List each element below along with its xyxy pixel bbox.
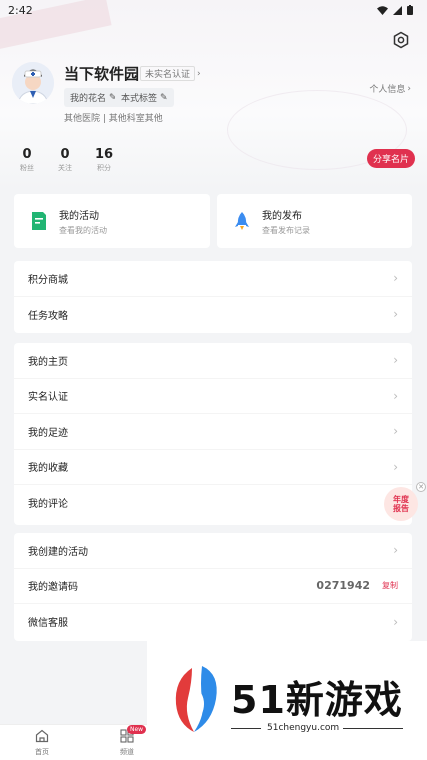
my-activities-card[interactable]: 我的活动 查看我的活动 [14,194,210,248]
menu-item-footprints[interactable]: 我的足迹 › [14,414,412,450]
card-subtitle: 查看我的活动 [59,226,107,235]
menu-item-label: 我创建的活动 [28,546,88,558]
close-icon[interactable]: ✕ [416,482,426,492]
personal-info-label: 个人信息 [369,85,406,95]
stat-value: 0 [60,147,70,162]
stat-following[interactable]: 0 关注 [50,147,80,173]
status-icons [377,5,413,15]
verify-status[interactable]: 未实名认证 › [140,66,201,81]
menu-item-comments[interactable]: 我的评论 [14,485,412,521]
watermark-overlay: 51新游戏 51chengyu.com [147,641,427,760]
chevron-right-icon: › [393,307,398,322]
annual-report-line1: 年度 [393,495,409,504]
home-icon [35,729,49,743]
chevron-right-icon: › [393,424,398,439]
stat-label: 粉丝 [20,164,34,172]
chevron-right-icon: › [393,388,398,403]
tag-label: 本式标签 [121,94,158,104]
edit-icon: ✎ [160,92,168,103]
menu-item-real-name-verify[interactable]: 实名认证 › [14,379,412,414]
verify-label: 未实名认证 [140,66,196,81]
status-bar: 2:42 [0,0,427,20]
annual-report-badge[interactable]: 年度 报告 [384,487,418,521]
tag-label: 我的花名 [70,94,107,104]
stat-label: 关注 [58,164,72,172]
battery-icon [407,5,413,15]
menu-item-label: 微信客服 [28,618,68,630]
menu-group-points: 积分商城 › 任务攻略 › [14,261,412,333]
card-title: 我的活动 [59,211,99,222]
chevron-right-icon: › [393,614,398,629]
invite-code-area: 0271942 复制 [316,579,398,592]
watermark-text: 51新游戏 [231,678,403,722]
menu-item-label: 我的收藏 [28,463,68,475]
wifi-icon [377,5,388,15]
menu-item-task-guide[interactable]: 任务攻略 › [14,297,412,333]
new-badge: New [127,725,147,734]
chevron-right-icon: › [407,83,411,94]
menu-item-homepage[interactable]: 我的主页 › [14,343,412,379]
doctor-avatar-icon [12,62,54,104]
stat-fans[interactable]: 0 粉丝 [12,147,42,173]
chevron-right-icon: › [197,68,201,79]
signal-icon [393,5,402,15]
watermark-divider [231,728,261,729]
copy-button[interactable]: 复制 [382,580,398,591]
status-time: 2:42 [8,3,33,17]
menu-item-label: 我的评论 [28,499,68,511]
menu-item-label: 任务攻略 [28,310,68,322]
menu-group-other: 我创建的活动 › 我的邀请码 0271942 复制 微信客服 › [14,533,412,641]
menu-item-label: 我的邀请码 [28,582,78,594]
menu-item-invite-code[interactable]: 我的邀请码 0271942 复制 [14,569,412,604]
tab-home[interactable]: 首页 [27,729,57,757]
custom-tag[interactable]: 本式标签 ✎ [115,88,174,107]
menu-item-label: 我的主页 [28,356,68,368]
stat-value: 16 [94,147,114,162]
username: 当下软件园 [64,65,140,83]
chevron-right-icon: › [393,353,398,368]
menu-item-created-activities[interactable]: 我创建的活动 › [14,533,412,569]
chevron-right-icon: › [393,271,398,286]
rocket-icon [235,212,249,230]
card-subtitle: 查看发布记录 [262,226,310,235]
annual-report-line2: 报告 [393,504,409,513]
activity-doc-icon [32,212,46,230]
menu-item-label: 实名认证 [28,392,68,404]
watermark-logo-icon [175,666,217,732]
chevron-right-icon: › [393,543,398,558]
card-title: 我的发布 [262,211,302,222]
menu-item-favorites[interactable]: 我的收藏 › [14,450,412,485]
my-posts-card[interactable]: 我的发布 查看发布记录 [217,194,412,248]
personal-info-link[interactable]: 个人信息 › [369,82,411,96]
share-card-button[interactable]: 分享名片 [367,149,415,168]
menu-item-wechat-service[interactable]: 微信客服 › [14,604,412,640]
menu-item-label: 我的足迹 [28,427,68,439]
stat-value: 0 [22,147,32,162]
settings-icon[interactable] [392,31,410,49]
invite-code-value: 0271942 [316,579,370,593]
menu-item-points-mall[interactable]: 积分商城 › [14,261,412,297]
stat-label: 积分 [97,164,111,172]
hospital-info: 其他医院 | 其他科室其他 [64,114,163,124]
watermark-url: 51chengyu.com [267,723,340,733]
nickname-tag[interactable]: 我的花名 ✎ [64,88,123,107]
avatar[interactable] [12,62,54,104]
chevron-right-icon: › [393,459,398,474]
menu-group-personal: 我的主页 › 实名认证 › 我的足迹 › 我的收藏 › 我的评论 [14,343,412,525]
tab-label: 频道 [120,748,134,756]
menu-item-label: 积分商城 [28,274,68,286]
stat-points[interactable]: 16 积分 [89,147,119,173]
tab-label: 首页 [35,748,49,756]
watermark-divider [343,728,403,729]
